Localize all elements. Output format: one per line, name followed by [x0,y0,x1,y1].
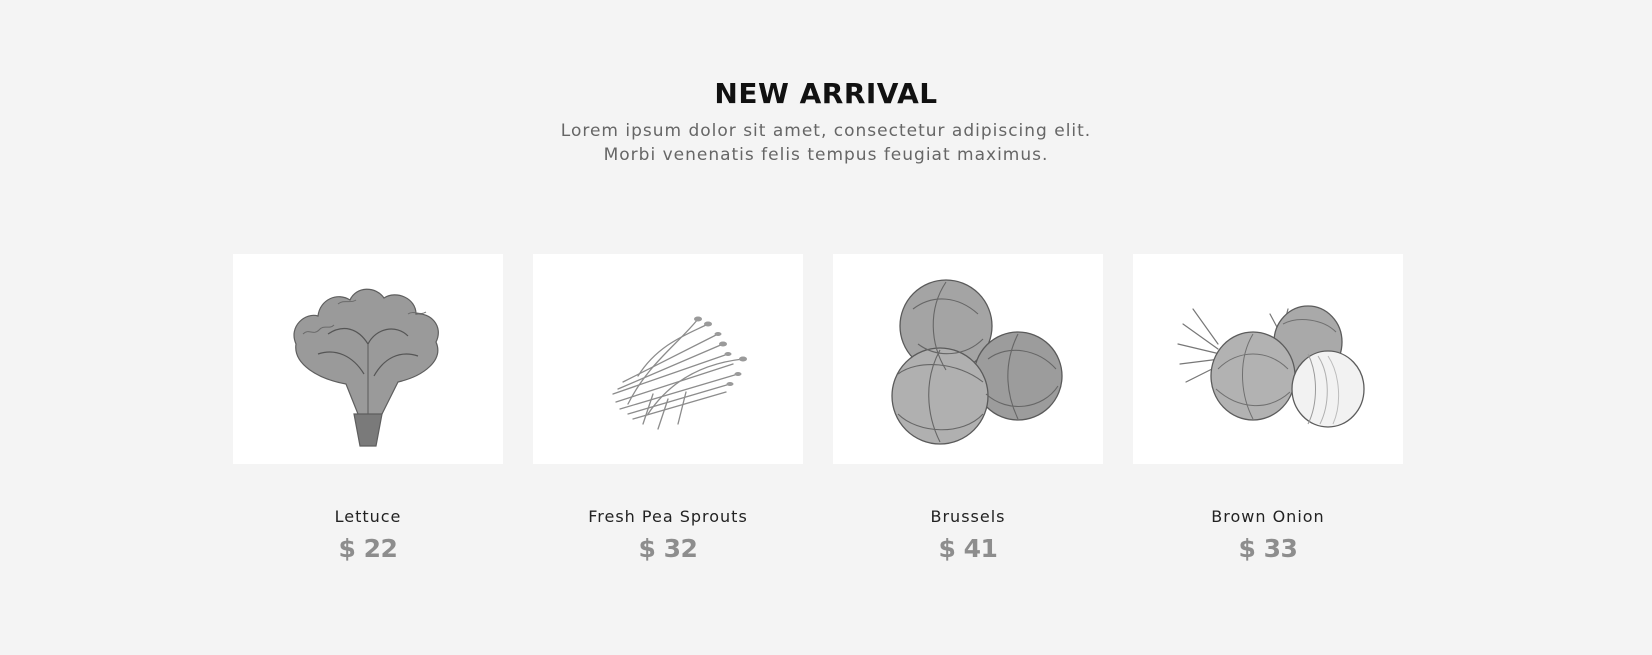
onion-icon [1177,305,1365,428]
brussels-sprouts-icon [891,279,1063,445]
product-card-brussels: Brussels $ 41 [833,254,1103,564]
product-image-brussels[interactable] [833,254,1103,464]
product-name[interactable]: Brussels [833,506,1103,528]
subtitle-line-1: Lorem ipsum dolor sit amet, consectetur … [560,121,1092,141]
product-price: $ 22 [338,534,398,563]
product-name[interactable]: Fresh Pea Sprouts [533,506,803,528]
product-image-lettuce[interactable] [233,254,503,464]
product-grid: Lettuce $ 22 Fresh Pea Sprouts $ 32 Brus… [233,254,1403,564]
section-subtitle: Lorem ipsum dolor sit amet, consectetur … [476,119,1176,167]
product-price: $ 32 [638,534,698,563]
product-image-pea-sprouts[interactable] [533,254,803,464]
product-price: $ 41 [938,534,998,563]
product-card-pea-sprouts: Fresh Pea Sprouts $ 32 [533,254,803,564]
product-image-brown-onion[interactable] [1133,254,1403,464]
pea-sprouts-icon [612,316,747,430]
product-price: $ 33 [1238,534,1298,563]
section-header: NEW ARRIVAL Lorem ipsum dolor sit amet, … [0,75,1652,167]
product-name[interactable]: Lettuce [233,506,503,528]
product-card-lettuce: Lettuce $ 22 [233,254,503,564]
product-card-brown-onion: Brown Onion $ 33 [1133,254,1403,564]
section-title: NEW ARRIVAL [714,77,938,110]
lettuce-icon [293,288,439,447]
product-name[interactable]: Brown Onion [1133,506,1403,528]
subtitle-line-2: Morbi venenatis felis tempus feugiat max… [603,145,1049,165]
